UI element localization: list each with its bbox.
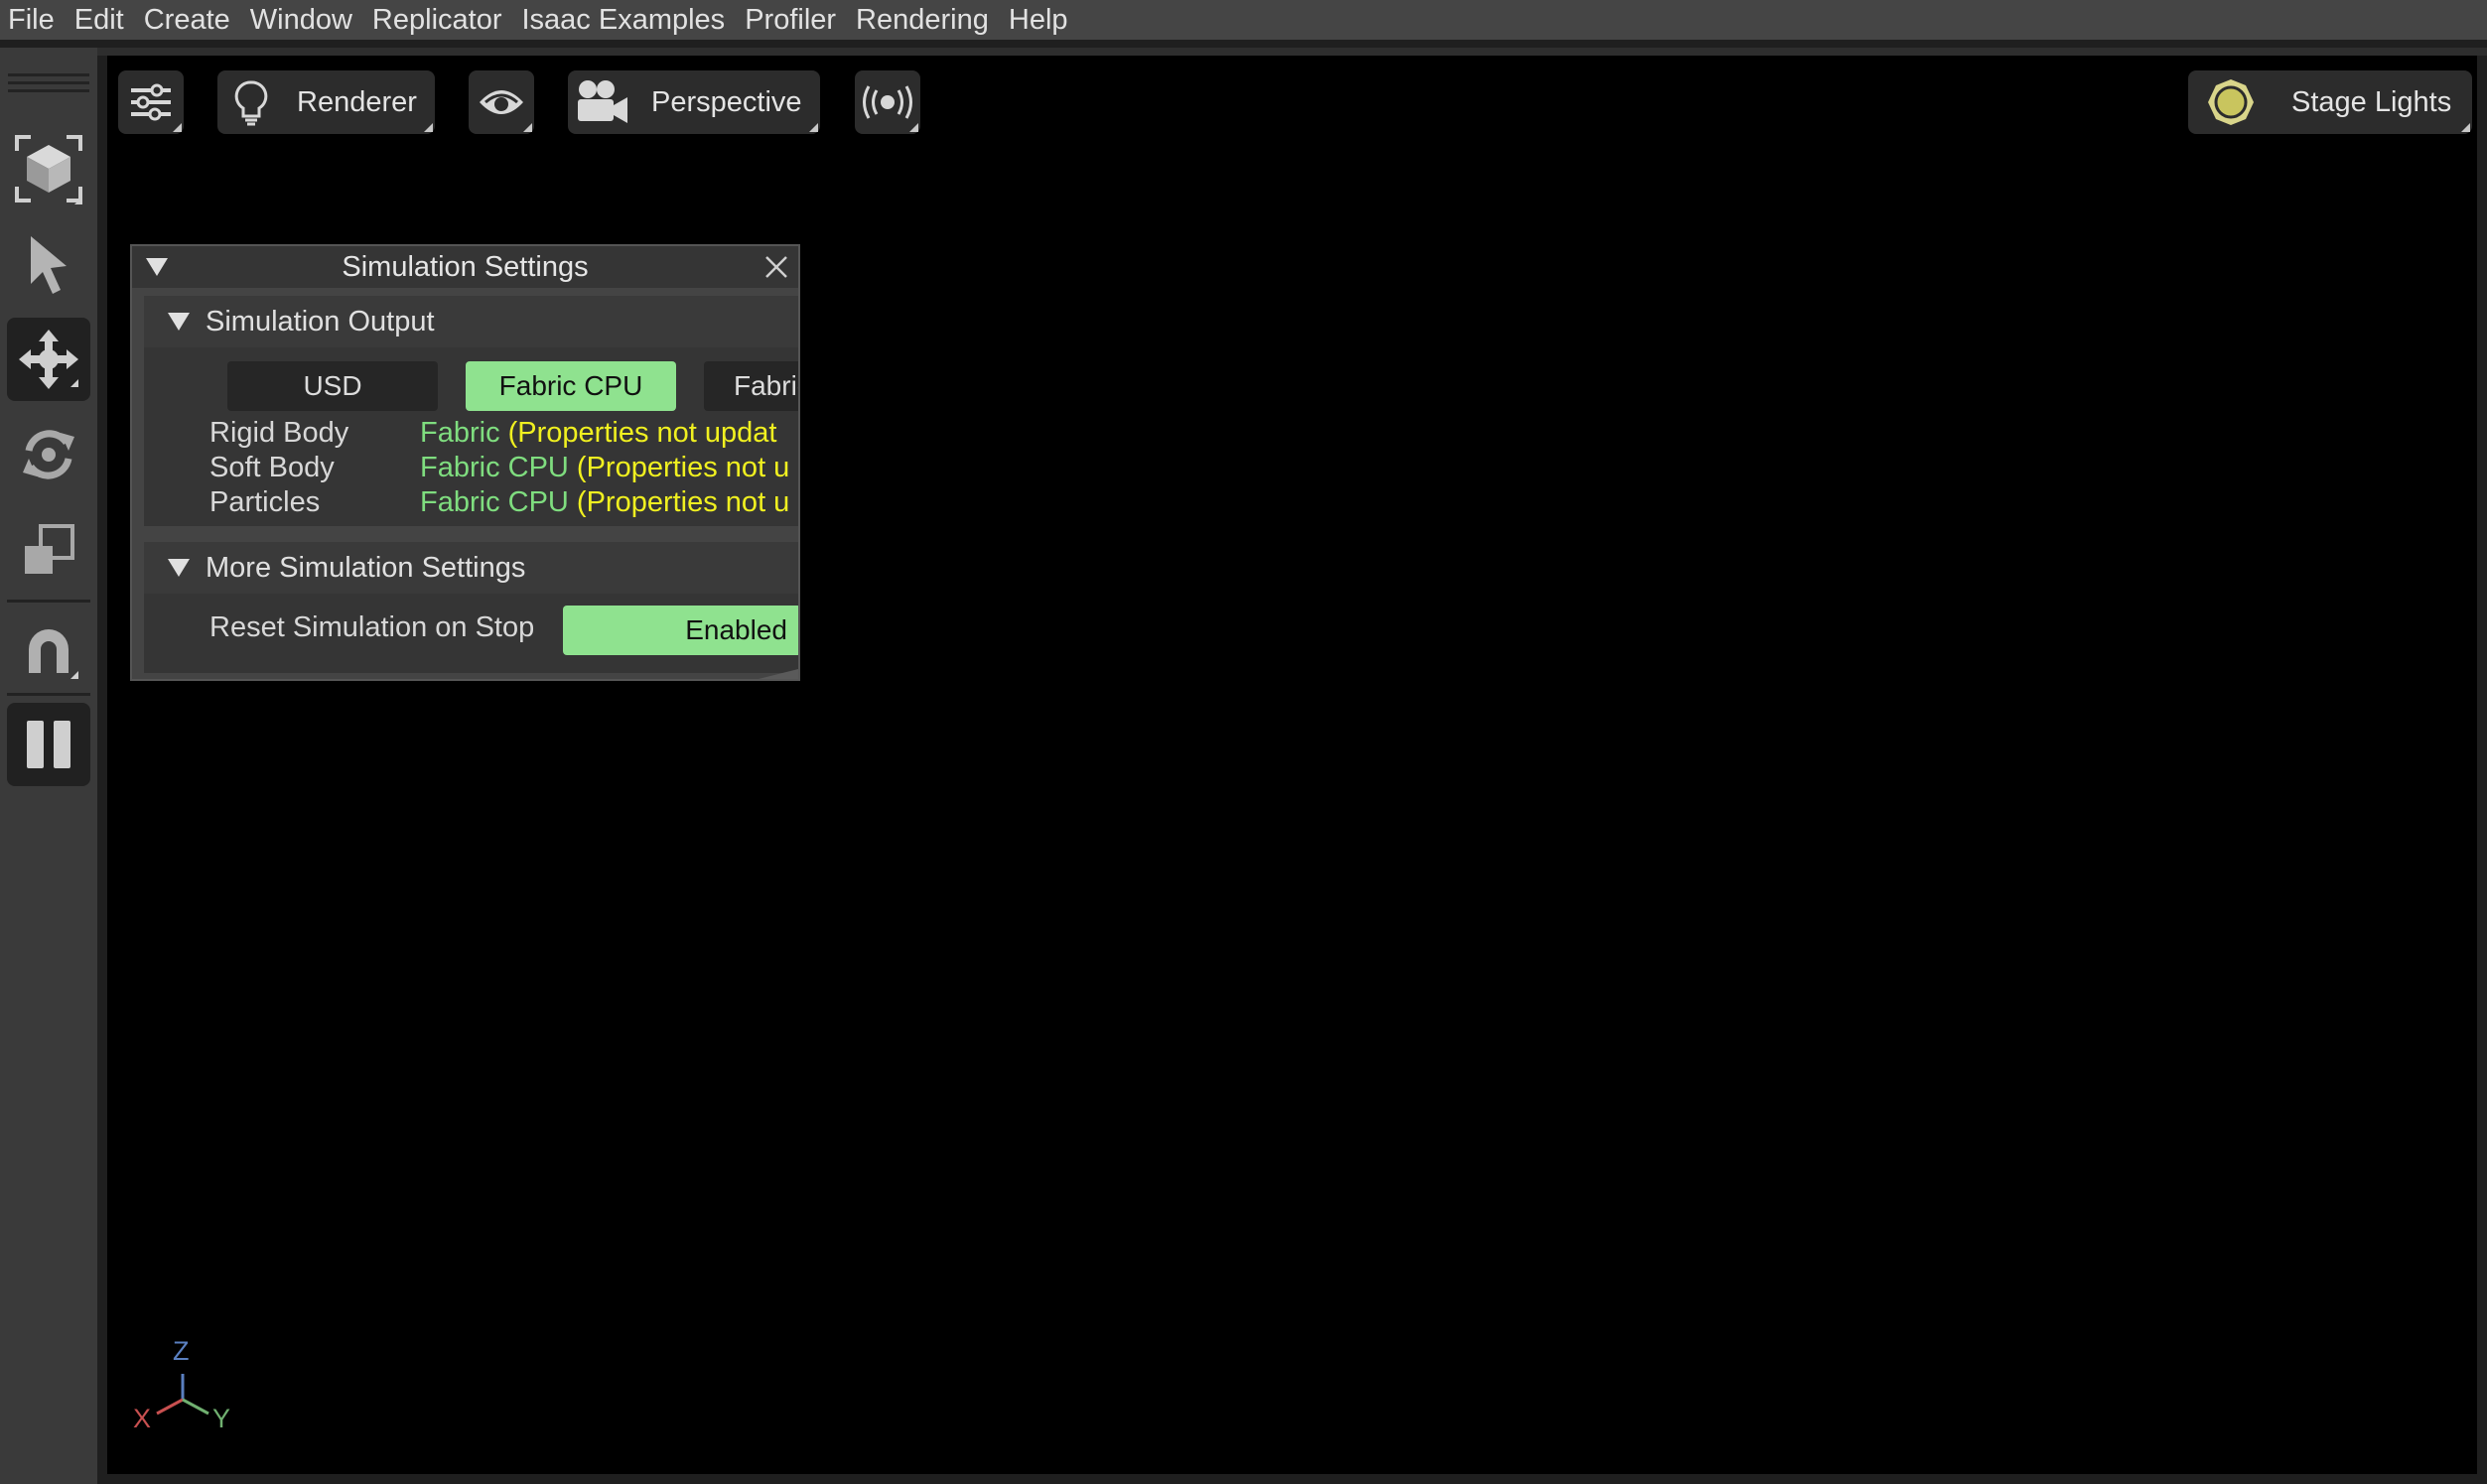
soft-body-mode: Fabric CPU [420,452,569,483]
move-tool-button[interactable] [7,318,90,401]
pause-icon [27,721,70,768]
reset-on-stop-label: Reset Simulation on Stop [209,611,535,643]
more-settings-header[interactable]: More Simulation Settings [144,542,798,594]
viewport-top-edge [97,48,2487,56]
section-title: More Simulation Settings [206,552,526,584]
menu-window[interactable]: Window [240,0,362,40]
menu-isaac-examples[interactable]: Isaac Examples [511,0,735,40]
particles-label: Particles [209,486,321,518]
mode-usd-button[interactable]: USD [227,361,438,411]
viewport-settings-button[interactable] [118,70,184,134]
reset-on-stop-toggle[interactable]: Enabled [563,606,798,655]
rigid-body-note: (Properties not updat [507,417,777,449]
axis-z-label: Z [173,1336,190,1366]
axis-x-label: X [133,1404,152,1433]
menu-edit[interactable]: Edit [65,0,134,40]
broadcast-icon [863,85,912,119]
toolbar-grip[interactable] [8,73,89,76]
menu-create[interactable]: Create [134,0,240,40]
rigid-body-value: Fabric (Properties not updat [420,417,776,450]
stage-lights-label: Stage Lights [2291,85,2452,118]
left-toolbar [0,48,97,1484]
axis-y-label: Y [212,1404,231,1433]
collapse-section-icon[interactable] [168,313,190,331]
stage-lights-button[interactable]: Stage Lights [2188,70,2472,134]
menu-file[interactable]: File [0,0,65,40]
panel-title: Simulation Settings [342,251,589,283]
particles-note: (Properties not u [576,486,790,518]
visibility-button[interactable] [469,70,534,134]
menu-replicator[interactable]: Replicator [362,0,512,40]
eye-icon [480,90,523,114]
scale-tool-button[interactable] [7,508,90,592]
cube-frame-icon [15,135,82,202]
more-settings-body: Reset Simulation on Stop Enabled [144,594,798,673]
panel-titlebar[interactable]: Simulation Settings [132,246,798,288]
sun-icon [2208,79,2254,125]
simulation-output-body: USD Fabric CPU Fabric Rigid Body Fabric … [144,347,798,526]
mode-fabric-cpu-button[interactable]: Fabric CPU [466,361,676,411]
renderer-label: Renderer [297,85,417,118]
toolbar-grip[interactable] [8,81,89,84]
camera-label: Perspective [651,85,802,118]
section-title: Simulation Output [206,306,435,337]
soft-body-label: Soft Body [209,452,335,483]
broadcast-button[interactable] [855,70,920,134]
menu-bar: File Edit Create Window Replicator Isaac… [0,0,2487,40]
lightbulb-icon [234,80,268,126]
mode-fabric-gpu-button[interactable]: Fabric [704,361,798,411]
renderer-button[interactable]: Renderer [217,70,435,134]
rigid-body-label: Rigid Body [209,417,349,449]
menu-rendering[interactable]: Rendering [846,0,999,40]
axis-gizmo: Z X Y [127,1332,246,1441]
particles-mode: Fabric CPU [420,486,569,518]
particles-value: Fabric CPU (Properties not u [420,486,789,519]
scale-icon [25,524,74,574]
sliders-icon [131,83,171,121]
close-icon[interactable] [764,255,788,279]
rotate-tool-button[interactable] [7,413,90,496]
movie-camera-icon [578,80,627,123]
collapse-section-icon[interactable] [168,559,190,577]
menu-help[interactable]: Help [999,0,1078,40]
toolbar-grip[interactable] [8,89,89,92]
isaac-sim-window: File Edit Create Window Replicator Isaac… [0,0,2487,1484]
soft-body-value: Fabric CPU (Properties not u [420,452,789,484]
rotate-icon [23,430,74,479]
resize-handle-icon[interactable] [759,669,798,679]
pause-button[interactable] [7,703,90,786]
simulation-settings-panel: Simulation Settings Simulation Output US… [130,244,800,681]
soft-body-note: (Properties not u [576,452,790,483]
rigid-body-mode: Fabric [420,417,500,449]
menu-profiler[interactable]: Profiler [735,0,846,40]
simulation-output-header[interactable]: Simulation Output [144,296,798,347]
select-tool-button[interactable] [7,222,90,306]
arrow-pointer-icon [31,236,67,294]
snap-tool-button[interactable] [7,609,90,693]
frame-selection-button[interactable] [7,127,90,210]
camera-button[interactable]: Perspective [568,70,820,134]
